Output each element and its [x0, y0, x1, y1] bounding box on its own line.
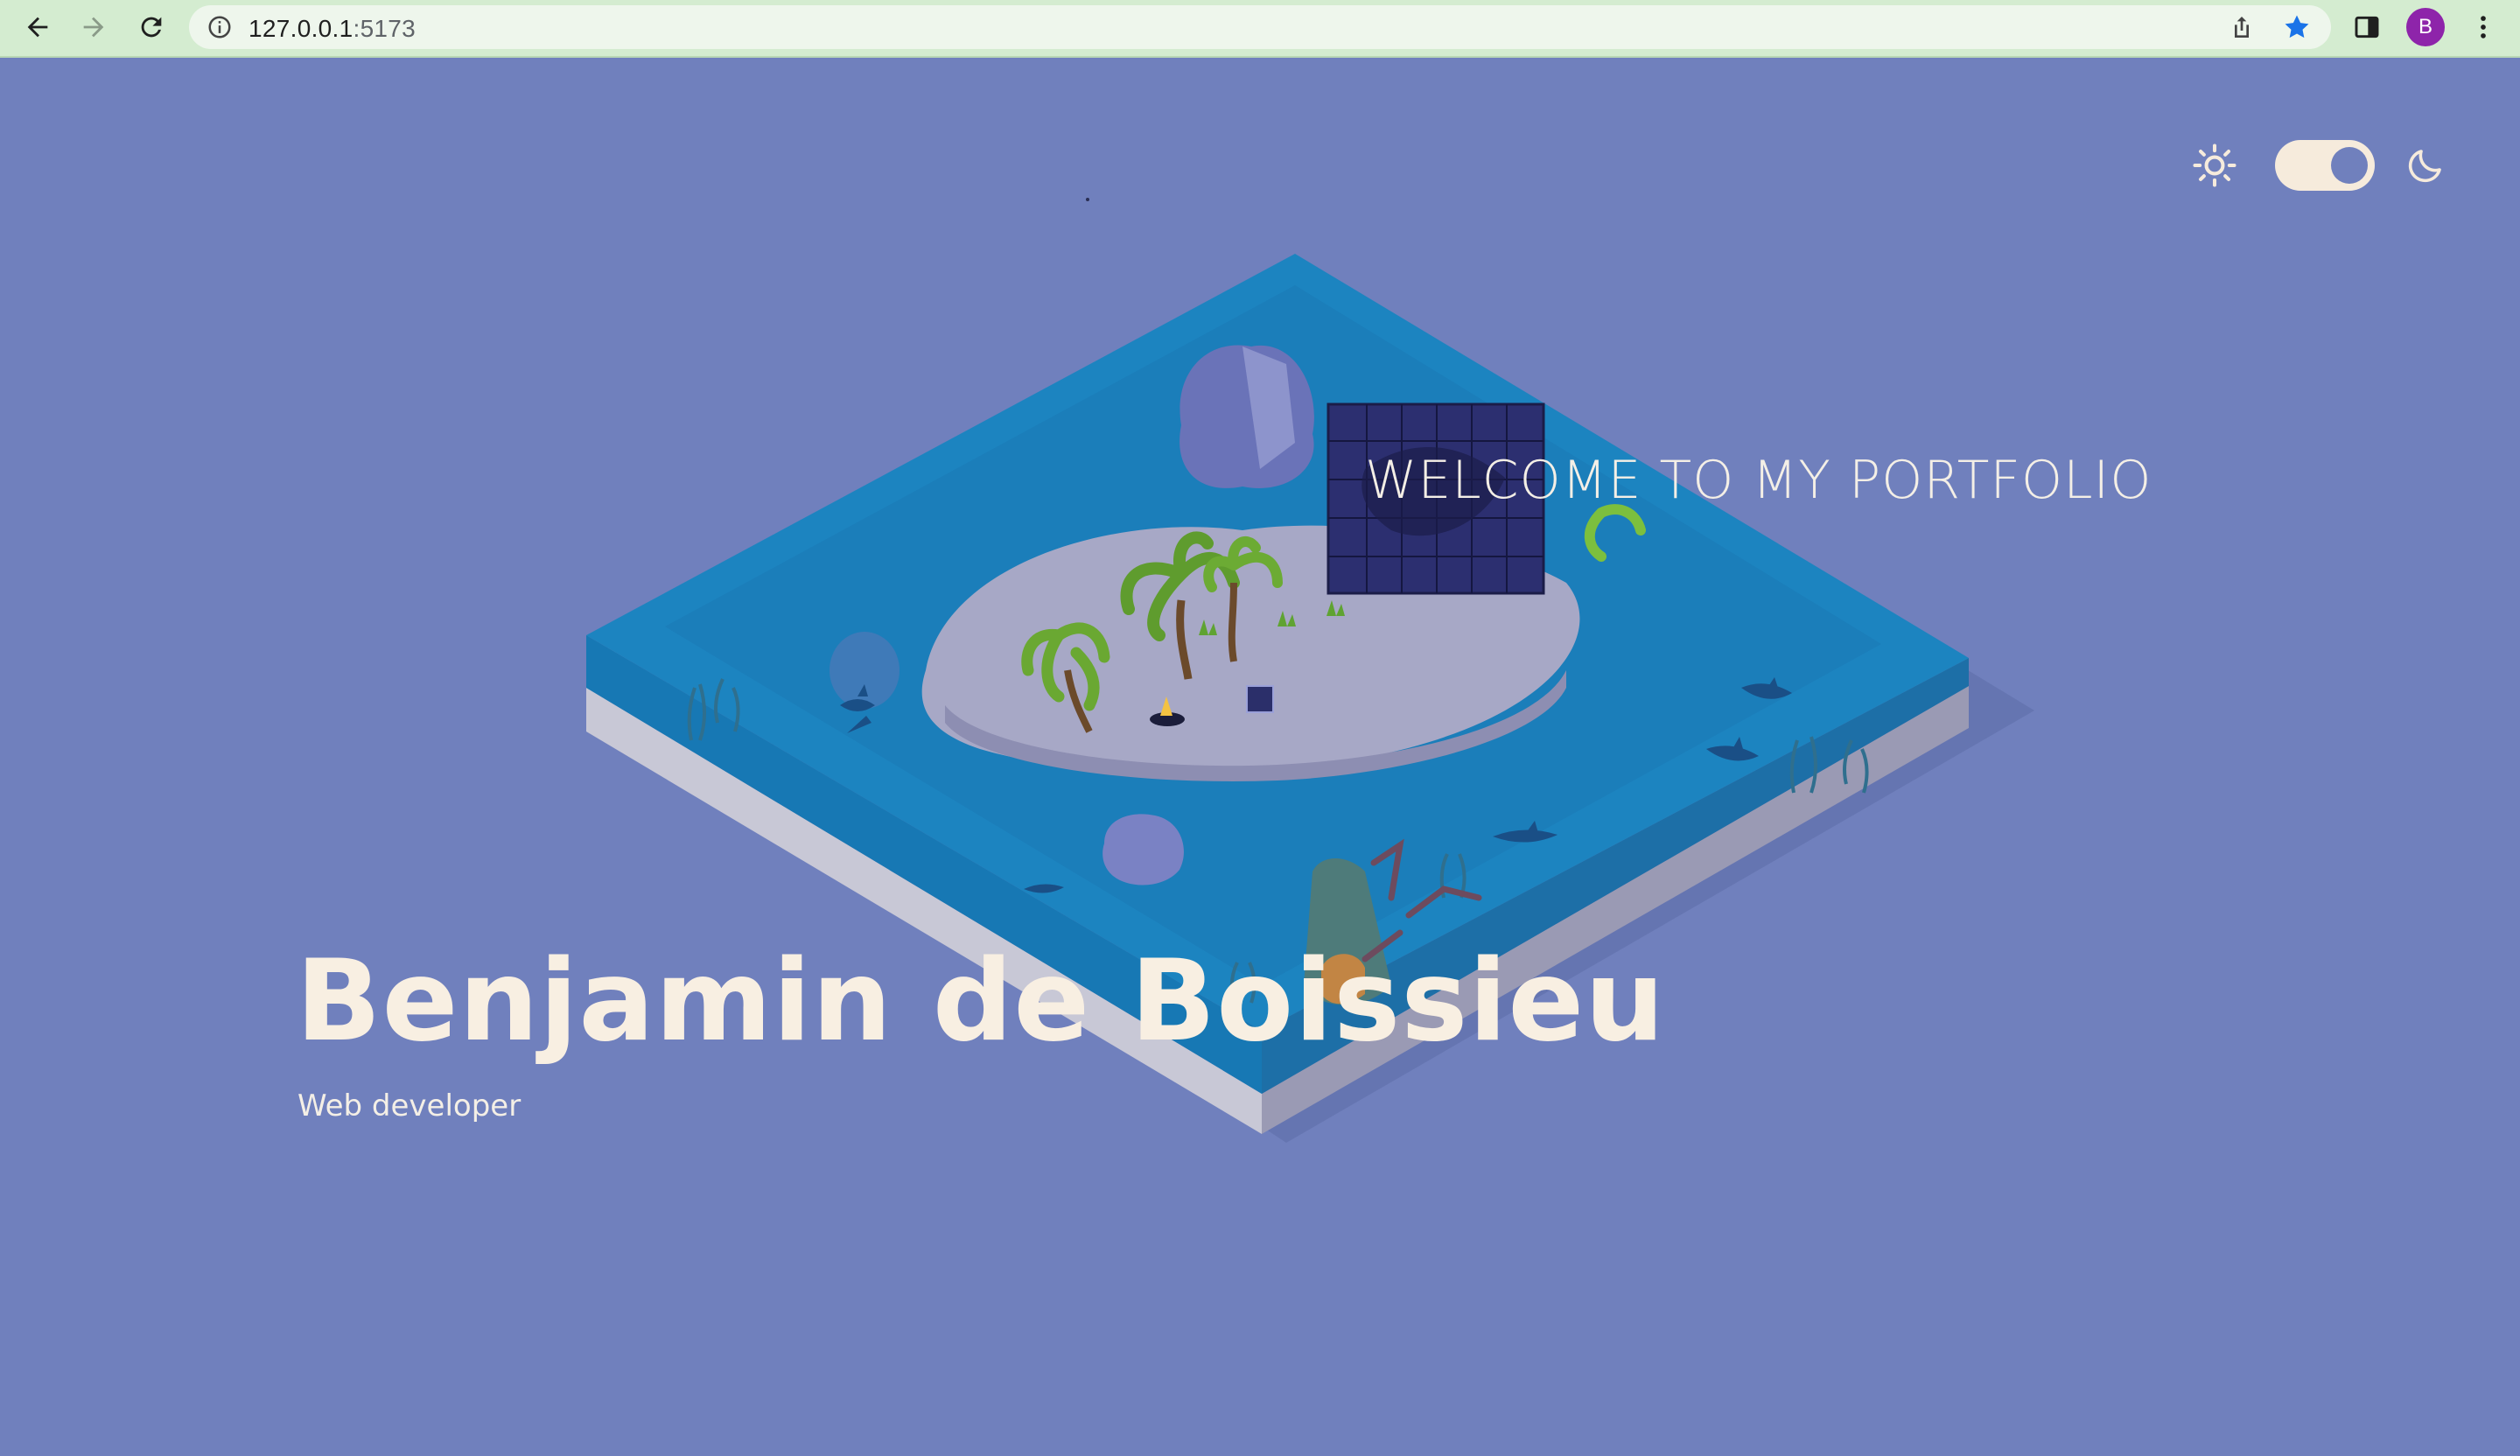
dark-mode-switch[interactable] — [2275, 140, 2375, 191]
url-port: :5173 — [353, 15, 416, 42]
sun-icon[interactable] — [2191, 142, 2238, 189]
avatar: B — [2406, 8, 2445, 46]
kebab-menu-icon — [2481, 16, 2486, 38]
rock-small — [1102, 814, 1184, 886]
side-panel-icon — [2355, 16, 2379, 38]
url-host: 127.0.0.1 — [248, 15, 354, 42]
star-icon[interactable] — [2282, 12, 2312, 42]
hero-name: Benjamin de Boissieu — [296, 936, 1666, 1067]
back-button[interactable] — [18, 7, 58, 47]
hero-role: Web developer — [298, 1088, 522, 1124]
chest — [1246, 685, 1274, 713]
switch-knob — [2331, 147, 2368, 184]
browser-toolbar: 127.0.0.1:5173 B — [0, 0, 2520, 58]
url-text: 127.0.0.1:5173 — [248, 15, 416, 43]
arrow-right-icon — [83, 17, 104, 38]
island-scene[interactable] — [0, 58, 2520, 1456]
address-bar[interactable]: 127.0.0.1:5173 — [189, 5, 2331, 49]
moon-icon[interactable] — [2404, 144, 2446, 186]
theme-toggle — [2191, 140, 2446, 191]
profile-button[interactable]: B — [2404, 7, 2446, 47]
arrow-left-icon — [27, 17, 48, 38]
info-icon[interactable] — [206, 14, 233, 40]
reload-button[interactable] — [131, 7, 172, 47]
reload-icon — [141, 17, 162, 38]
star-dot — [1086, 198, 1089, 201]
browser-menu-button[interactable] — [2466, 7, 2501, 47]
side-panel-button[interactable] — [2347, 7, 2387, 47]
welcome-heading: WELCOME TO MY PORTFOLIO — [1365, 450, 2152, 511]
share-icon[interactable] — [2228, 13, 2256, 41]
forward-button[interactable] — [74, 7, 114, 47]
rock-underwater — [830, 632, 900, 709]
portfolio-page: WELCOME TO MY PORTFOLIO Benjamin de Bois… — [0, 58, 2520, 1456]
